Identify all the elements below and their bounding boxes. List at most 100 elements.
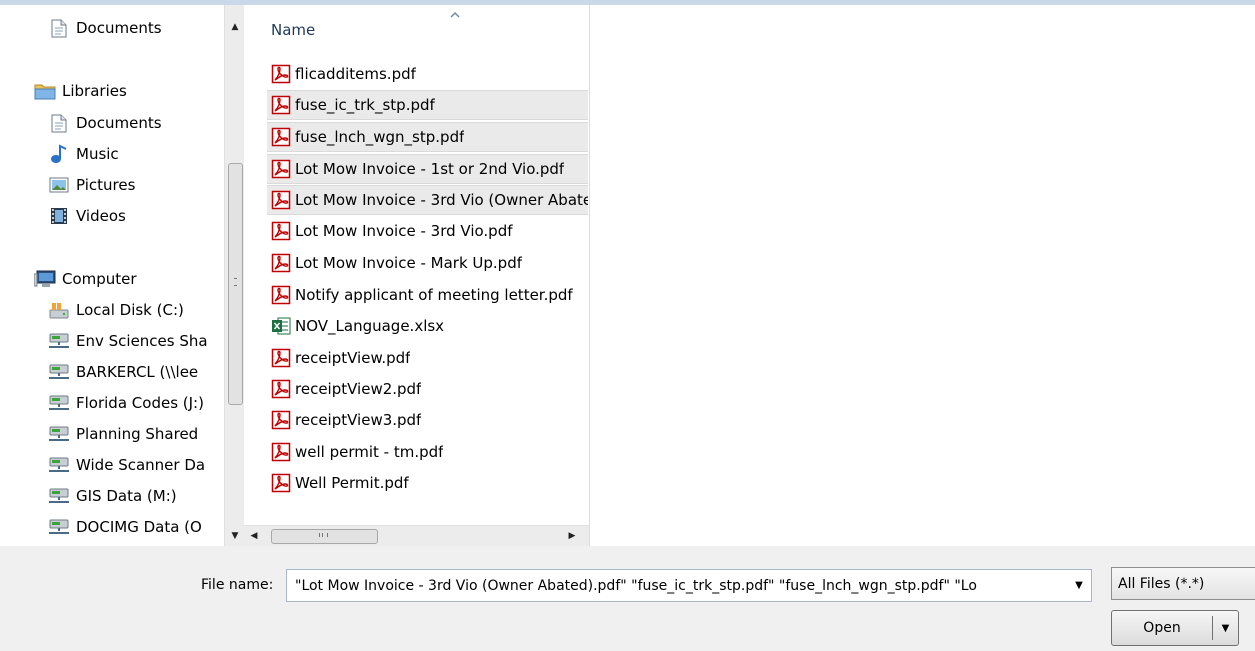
nav-item-label: Florida Codes (J:) [76,394,204,412]
nav-item-music[interactable]: Music [48,141,119,167]
file-row[interactable]: Lot Mow Invoice - Mark Up.pdf [267,248,588,278]
nav-item-label: Computer [62,270,137,288]
nav-item-wide-scanner[interactable]: Wide Scanner Da [48,452,205,478]
file-name: flicadditems.pdf [295,65,416,83]
videos-icon [48,205,70,227]
open-dropdown-arrow-icon[interactable]: ▼ [1213,623,1238,634]
document-icon [48,112,70,134]
nav-item-label: Env Sciences Sha [76,332,208,350]
column-header-name[interactable]: Name [271,21,315,39]
file-name-combobox[interactable]: ▼ [286,569,1092,602]
scroll-up-arrow-icon[interactable]: ▲ [225,17,244,37]
nav-item-florida-codes[interactable]: Florida Codes (J:) [48,390,204,416]
file-name: well permit - tm.pdf [295,443,444,461]
nav-item-label: Videos [76,207,126,225]
file-name: Lot Mow Invoice - 3rd Vio.pdf [295,222,513,240]
scroll-right-arrow-icon[interactable]: ▶ [562,526,582,546]
network-drive-icon [48,516,70,538]
nav-item-computer[interactable]: Computer [34,266,137,292]
file-name: fuse_lnch_wgn_stp.pdf [295,128,465,146]
file-name: Well Permit.pdf [295,474,409,492]
file-list-pane: Name flicadditems.pdf fuse_ic_trk_stp.pd… [244,5,590,546]
pdf-file-icon [271,190,291,210]
pictures-icon [48,174,70,196]
nav-item-label: BARKERCL (\\lee [76,363,199,381]
nav-item-label: GIS Data (M:) [76,487,177,505]
nav-vertical-scrollbar[interactable]: ▲ ▼ [224,5,244,546]
pdf-file-icon [271,159,291,179]
nav-item-videos[interactable]: Videos [48,203,126,229]
pdf-file-icon [271,285,291,305]
pdf-file-icon [271,221,291,241]
nav-item-planning-shared[interactable]: Planning Shared [48,421,198,447]
file-name-input[interactable] [287,570,1067,601]
nav-item-documents-top[interactable]: Documents [48,15,162,41]
nav-item-label: Documents [76,19,162,37]
file-row-selected[interactable]: fuse_ic_trk_stp.pdf [267,90,588,120]
file-name: receiptView.pdf [295,349,411,367]
network-drive-icon [48,330,70,352]
pdf-file-icon [271,95,291,115]
pdf-file-icon [271,253,291,273]
libraries-icon [34,80,56,102]
file-row[interactable]: flicadditems.pdf [267,59,588,89]
file-row[interactable]: well permit - tm.pdf [267,437,588,467]
file-name: Lot Mow Invoice - 1st or 2nd Vio.pdf [295,160,565,178]
file-type-select[interactable]: All Files (*.*) [1111,567,1255,600]
local-disk-icon [48,299,70,321]
file-name-label: File name: [201,577,274,593]
file-list-horizontal-scrollbar[interactable]: ◀ ▶ [244,525,589,546]
network-drive-icon [48,423,70,445]
file-row[interactable]: Notify applicant of meeting letter.pdf [267,280,588,310]
file-row[interactable]: receiptView2.pdf [267,374,588,404]
scrollbar-thumb[interactable] [228,163,243,405]
computer-icon [34,268,56,290]
pdf-file-icon [271,473,291,493]
network-drive-icon [48,392,70,414]
navigation-tree: Documents Libraries Documents Music Pict [0,5,224,546]
nav-item-pictures[interactable]: Pictures [48,172,135,198]
file-row[interactable]: NOV_Language.xlsx [267,311,588,341]
file-row-selected[interactable]: Lot Mow Invoice - 1st or 2nd Vio.pdf [267,154,588,184]
nav-item-libraries[interactable]: Libraries [34,78,127,104]
pdf-file-icon [271,127,291,147]
file-row[interactable]: receiptView.pdf [267,343,588,373]
pdf-file-icon [271,442,291,462]
file-name: receiptView3.pdf [295,411,422,429]
grip-icon [234,278,237,286]
dropdown-arrow-icon[interactable]: ▼ [1067,570,1091,601]
nav-item-label: Local Disk (C:) [76,301,184,319]
nav-item-barkercl[interactable]: BARKERCL (\\lee [48,359,198,385]
nav-item-label: Wide Scanner Da [76,456,206,474]
nav-item-documents[interactable]: Documents [48,110,162,136]
file-row-selected[interactable]: fuse_lnch_wgn_stp.pdf [267,122,588,152]
grip-line [322,533,323,537]
music-icon [48,143,70,165]
file-row[interactable]: Well Permit.pdf [267,468,588,498]
nav-item-label: Planning Shared [76,425,199,443]
file-name: Lot Mow Invoice - 3rd Vio (Owner Abated)… [295,191,588,209]
file-name: NOV_Language.xlsx [295,317,445,335]
nav-item-label: Pictures [76,176,136,194]
network-drive-icon [48,454,70,476]
nav-item-gis-data[interactable]: GIS Data (M:) [48,483,177,509]
scroll-down-arrow-icon[interactable]: ▼ [225,526,244,546]
pdf-file-icon [271,379,291,399]
file-row[interactable]: receiptView3.pdf [267,405,588,435]
pdf-file-icon [271,410,291,430]
file-name: Lot Mow Invoice - Mark Up.pdf [295,254,522,272]
file-name: Notify applicant of meeting letter.pdf [295,286,573,304]
network-drive-icon [48,485,70,507]
nav-item-local-disk[interactable]: Local Disk (C:) [48,297,184,323]
nav-item-env-sciences[interactable]: Env Sciences Sha [48,328,208,354]
scrollbar-thumb[interactable] [271,529,378,544]
file-row[interactable]: Lot Mow Invoice - 3rd Vio.pdf [267,216,588,246]
open-button[interactable]: Open ▼ [1111,610,1239,646]
nav-item-label: DOCIMG Data (O [76,518,202,536]
open-button-label: Open [1143,620,1181,636]
preview-area [590,5,1255,546]
scroll-left-arrow-icon[interactable]: ◀ [244,526,264,546]
nav-item-docimg-data[interactable]: DOCIMG Data (O [48,514,202,540]
nav-item-label: Libraries [62,82,127,100]
file-row-selected[interactable]: Lot Mow Invoice - 3rd Vio (Owner Abated)… [267,185,588,215]
